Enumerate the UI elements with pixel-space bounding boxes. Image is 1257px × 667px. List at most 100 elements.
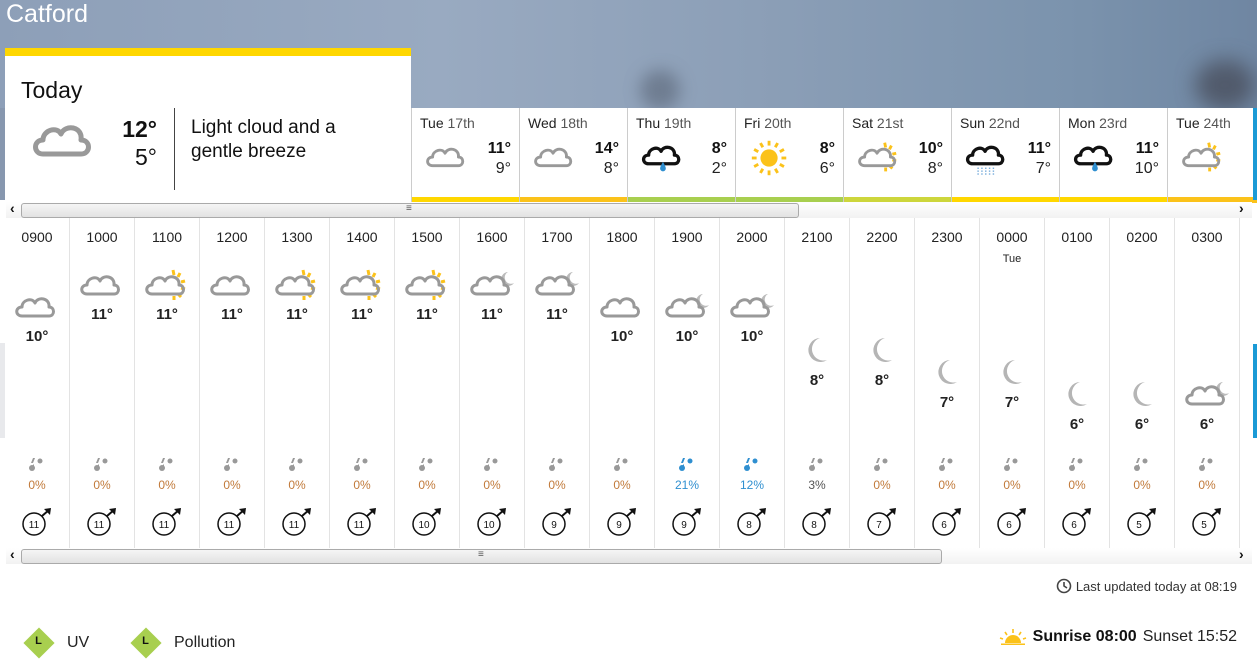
wind-speed: 10 <box>418 520 430 531</box>
hour-column[interactable]: 2100 8° 3% 8 <box>785 218 850 548</box>
wind-direction-icon: 11 <box>152 508 181 536</box>
wind-speed: 11 <box>354 520 365 531</box>
wind-speed: 11 <box>224 520 235 531</box>
hour-temp: 7° <box>1004 394 1020 411</box>
day-low-temp: 2° <box>711 160 727 177</box>
raindrops-icon <box>939 458 953 471</box>
day-tab[interactable]: Sat 21st 10° 8° <box>843 108 951 203</box>
hour-temp: 11° <box>156 306 178 323</box>
rain-chance: 0% <box>938 478 956 492</box>
wind-speed: 11 <box>159 520 170 531</box>
hour-temp: 11° <box>91 306 113 323</box>
hour-temp: 11° <box>221 306 243 323</box>
hour-column[interactable]: 2300 7° 0% 6 <box>915 218 980 548</box>
day-low-temp: 8° <box>603 160 619 177</box>
hour-column[interactable]: 1600 11° 0% 10 <box>460 218 525 548</box>
day-label: Thu 19th <box>636 115 692 131</box>
wind-speed: 5 <box>1201 520 1207 531</box>
hour-column[interactable]: 1100 11° 0% 11 <box>135 218 200 548</box>
raindrops-icon <box>809 458 823 471</box>
uv-indicator[interactable]: L UV <box>22 626 89 659</box>
day-label: Fri 20th <box>744 115 792 131</box>
hour-column[interactable]: 2000 10° 12% 8 <box>720 218 785 548</box>
hour-column[interactable]: 1300 11° 0% 11 <box>265 218 330 548</box>
rain-chance: 0% <box>1003 478 1021 492</box>
pollution-indicator[interactable]: L Pollution <box>129 626 235 659</box>
hour-column[interactable]: 0000 Tue 7° 0% 6 <box>980 218 1045 548</box>
hourly-scrollbar[interactable]: ‹ ≡ › <box>6 546 1252 564</box>
light-cloud-icon <box>15 297 55 318</box>
rain-chance: 0% <box>353 478 371 492</box>
hour-column[interactable]: 1700 11° 0% 9 <box>525 218 590 548</box>
wind-direction-icon: 9 <box>542 508 571 536</box>
day-tab[interactable]: Sun 22nd 11° 7° <box>951 108 1059 203</box>
day-label: Wed 18th <box>528 115 588 131</box>
scroll-left-icon[interactable]: ‹ <box>10 200 15 216</box>
raindrops-icon <box>1004 458 1018 471</box>
hour-column[interactable]: 0200 6° 0% 5 <box>1110 218 1175 548</box>
hour-temp: 11° <box>416 306 438 323</box>
hour-column[interactable]: 1000 11° 0% 11 <box>70 218 135 548</box>
wind-direction-icon: 8 <box>802 508 831 536</box>
light-cloud-icon <box>33 125 91 157</box>
clock-icon <box>1056 578 1072 594</box>
hour-column[interactable]: 1900 10° 21% 9 <box>655 218 720 548</box>
grip-icon: ≡ <box>478 549 484 560</box>
scroll-left-icon[interactable]: ‹ <box>10 546 15 562</box>
partly-cloudy-night-icon <box>1185 382 1229 406</box>
day-tab[interactable]: Wed 18th 14° 8° <box>519 108 627 203</box>
hour-column[interactable]: 1500 11° 0% 10 <box>395 218 460 548</box>
hour-column[interactable]: 0100 6° 0% 6 <box>1045 218 1110 548</box>
day-high-temp: 11° <box>487 140 511 157</box>
raindrops-icon <box>159 458 173 471</box>
uv-label: UV <box>67 633 90 651</box>
today-summary[interactable]: Today 12° 5° Light cloud and a gentle br… <box>5 48 411 200</box>
day-high-temp: 11° <box>1027 140 1051 157</box>
sunny-intervals-icon <box>858 142 897 172</box>
day-tab[interactable]: Thu 19th 8° 2° <box>627 108 735 203</box>
moon-icon <box>808 338 827 362</box>
scroll-right-icon[interactable]: › <box>1239 546 1244 562</box>
hour-column[interactable]: 1800 10° 0% 9 <box>590 218 655 548</box>
scroll-right-icon[interactable]: › <box>1239 200 1244 216</box>
wind-speed: 11 <box>289 520 300 531</box>
day-low-temp: 9° <box>495 160 511 177</box>
hour-column[interactable]: 2200 8° 0% 7 <box>850 218 915 548</box>
daily-scrollbar[interactable]: ‹ ≡ › <box>6 200 1252 218</box>
hour-column[interactable]: 1200 11° 0% 11 <box>200 218 265 548</box>
hour-column[interactable]: 1400 11° 0% 11 <box>330 218 395 548</box>
day-low-temp: 8° <box>927 160 943 177</box>
day-tab[interactable]: Tue 24th 1 <box>1167 108 1257 203</box>
wind-speed: 8 <box>811 520 817 531</box>
day-label: Tue 24th <box>1176 115 1231 131</box>
hour-temp: 11° <box>286 306 308 323</box>
wind-direction-icon: 11 <box>87 508 116 536</box>
selection-edge <box>1253 108 1257 200</box>
hour-time: 0900 <box>21 229 53 245</box>
wind-speed: 10 <box>483 520 495 531</box>
moon-icon <box>873 338 892 362</box>
hour-temp: 7° <box>939 394 955 411</box>
raindrops-icon <box>289 458 303 471</box>
hour-time: 1500 <box>411 229 443 245</box>
day-tab[interactable]: Mon 23rd 11° 10° <box>1059 108 1167 203</box>
hour-column[interactable]: 0300 6° 0% 5 <box>1175 218 1240 548</box>
light-cloud-icon <box>426 147 465 168</box>
hour-time: 0200 <box>1126 229 1158 245</box>
today-low-temp: 5° <box>135 144 157 170</box>
day-tab[interactable]: Fri 20th 8° 6° <box>735 108 843 203</box>
last-updated-text: Last updated today at 08:19 <box>1075 578 1237 594</box>
light-rain-icon <box>1073 145 1113 172</box>
sun-icon <box>751 140 787 176</box>
hour-time: 2000 <box>736 229 768 245</box>
sunny-intervals-icon <box>275 269 316 300</box>
hour-temp: 6° <box>1134 416 1150 433</box>
daily-forecast-strip: Tue 17th 11° 9° Wed 18th 14° 8° Thu 19th… <box>411 108 1257 203</box>
day-label: Sat 21st <box>852 115 904 131</box>
wind-speed: 9 <box>616 520 622 531</box>
hour-time: 0100 <box>1061 229 1093 245</box>
day-label: Tue 17th <box>420 115 475 131</box>
day-tab[interactable]: Tue 17th 11° 9° <box>411 108 519 203</box>
hour-column[interactable]: 0900 10° 0% 11 <box>5 218 70 548</box>
light-cloud-icon <box>210 275 250 296</box>
